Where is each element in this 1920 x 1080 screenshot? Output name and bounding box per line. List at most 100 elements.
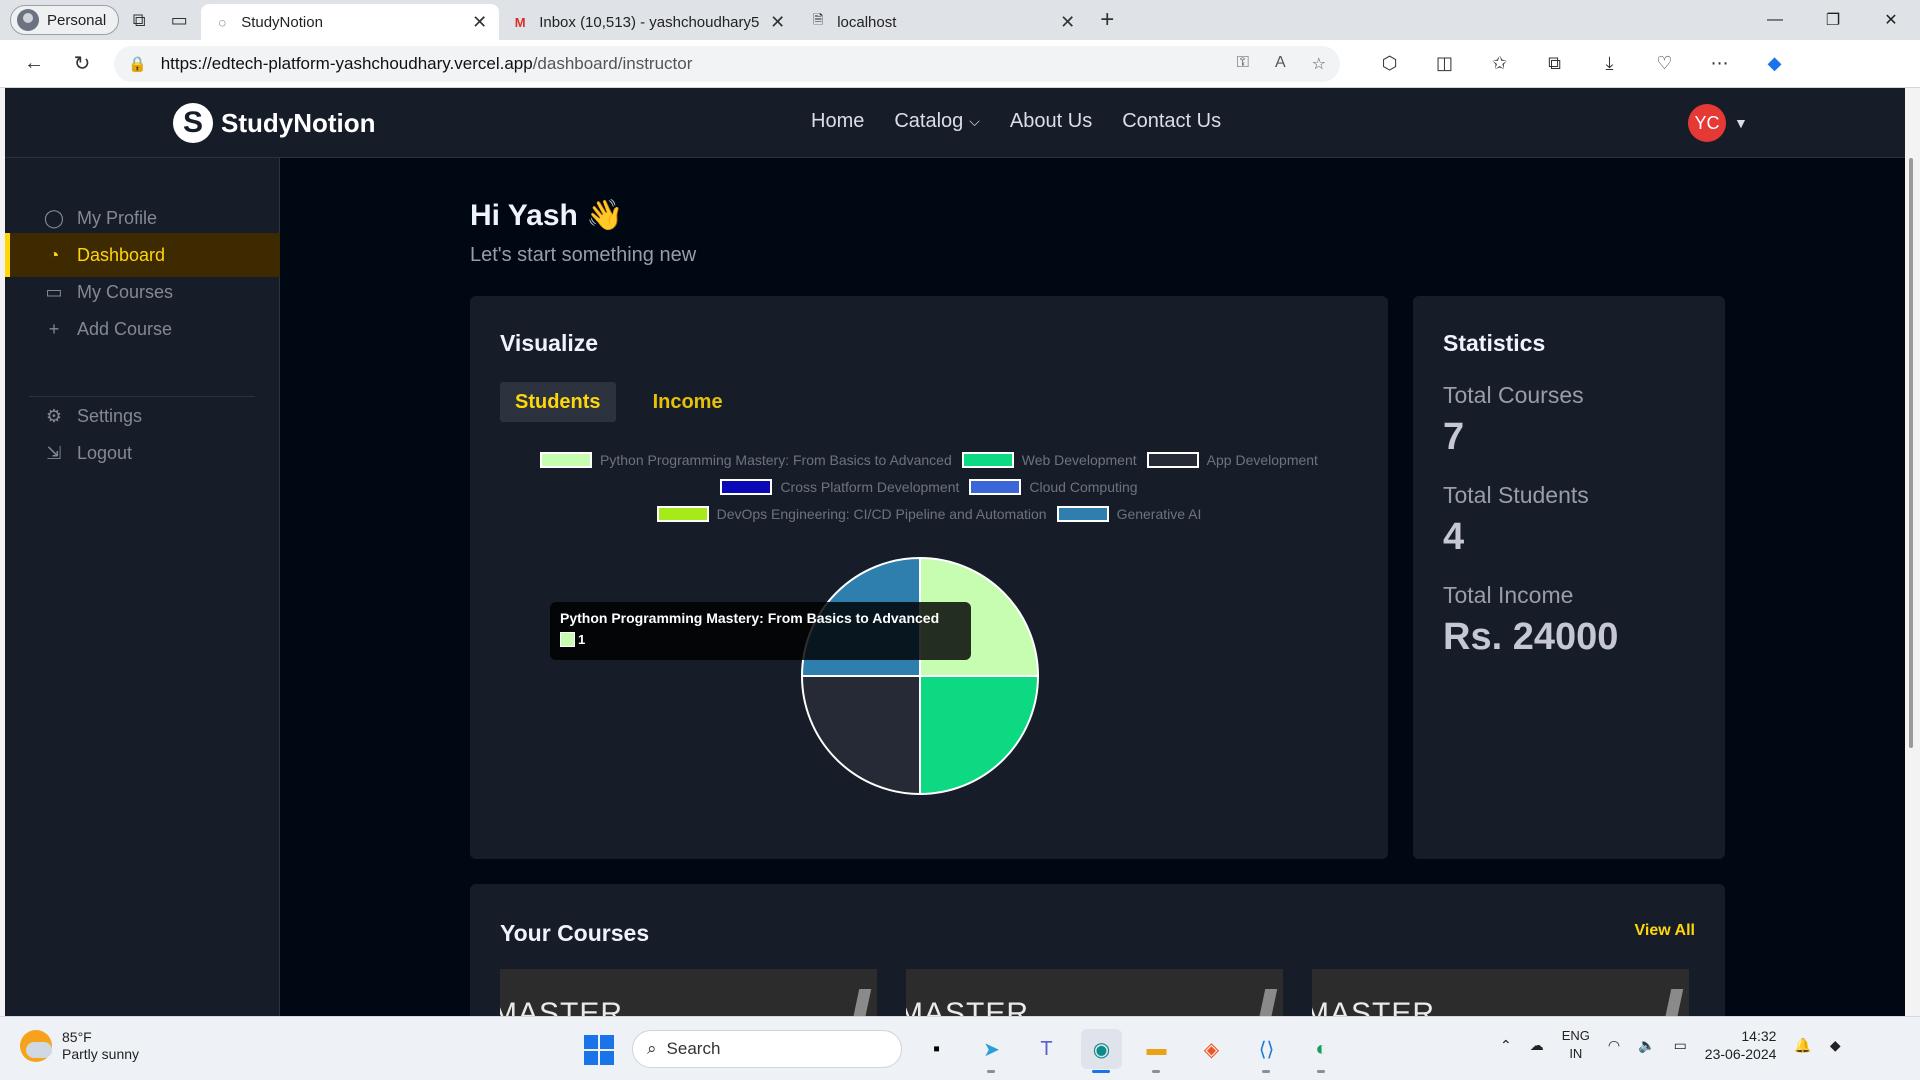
favorite-star-icon[interactable]: ☆ (1312, 54, 1326, 74)
course-card[interactable]: MASTER (500, 969, 877, 1016)
file-explorer-icon[interactable]: ▬ (1136, 1029, 1177, 1073)
clock-time: 14:32 (1741, 1028, 1777, 1044)
favorites-icon[interactable]: ✩ (1472, 40, 1527, 88)
course-thumbnail-text: MASTER (500, 997, 624, 1016)
url-host: https://edtech-platform-yashchoudhary.ve… (160, 53, 533, 73)
sidebar-item-label: Dashboard (77, 244, 166, 265)
legend-item[interactable]: DevOps Engineering: CI/CD Pipeline and A… (656, 505, 1047, 522)
nav-contact[interactable]: Contact Us (1122, 110, 1221, 133)
logo-mark-icon: S (173, 103, 213, 143)
split-screen-icon[interactable]: ◫ (1417, 40, 1472, 88)
clock[interactable]: 14:32 23-06-2024 (1705, 1027, 1777, 1063)
weather-widget[interactable]: 85°F Partly sunny (20, 1029, 139, 1063)
pie-slice[interactable] (800, 675, 921, 796)
profile-dropdown[interactable]: YC ▼ (1688, 104, 1748, 142)
notifications-icon[interactable]: 🔔 (1794, 1037, 1811, 1054)
page-scrollbar[interactable] (1905, 88, 1915, 1016)
site-logo[interactable]: S StudyNotion (173, 103, 376, 143)
legend-label: Python Programming Mastery: From Basics … (600, 451, 952, 468)
browser-essentials-icon[interactable]: ♡ (1637, 40, 1692, 88)
scrollbar-thumb[interactable] (1909, 158, 1913, 748)
copilot-icon[interactable]: ◆ (1747, 40, 1802, 88)
legend-item[interactable]: App Development (1146, 451, 1318, 468)
course-card[interactable]: MASTER (906, 969, 1283, 1016)
sidebar-item-label: My Courses (77, 281, 174, 302)
nav-about[interactable]: About Us (1010, 110, 1092, 133)
downloads-icon[interactable]: ⤓ (1582, 40, 1637, 88)
chevron-up-icon[interactable]: ⌃ (1500, 1037, 1512, 1054)
close-tab-icon[interactable]: ✕ (770, 12, 785, 33)
legend-label: DevOps Engineering: CI/CD Pipeline and A… (716, 505, 1047, 522)
minimize-icon[interactable]: — (1746, 0, 1804, 40)
profile-button[interactable]: Personal (10, 5, 120, 35)
new-tab-icon[interactable]: + (1087, 0, 1127, 40)
edge-icon[interactable]: ◉ (1081, 1029, 1122, 1073)
legend-swatch (961, 451, 1014, 468)
lock-icon: 🔒 (128, 55, 147, 73)
wifi-icon[interactable]: ◠ (1608, 1037, 1620, 1054)
task-view-icon[interactable]: ▪ (916, 1029, 957, 1069)
legend-item[interactable]: Cross Platform Development (720, 478, 959, 495)
legend-item[interactable]: Python Programming Mastery: From Basics … (540, 451, 952, 468)
refresh-icon[interactable]: ↻ (58, 40, 106, 88)
students-pie-chart[interactable] (770, 526, 1070, 826)
battery-icon[interactable]: ▭ (1674, 1037, 1687, 1054)
legend-item[interactable]: Web Development (961, 451, 1137, 468)
key-icon[interactable]: ⚿ (1237, 54, 1249, 74)
your-courses-title: Your Courses (500, 920, 650, 946)
language-indicator[interactable]: ENG IN (1562, 1027, 1590, 1063)
tab-students[interactable]: Students (500, 382, 616, 422)
thumbnail-shape (1256, 989, 1278, 1016)
course-card[interactable]: MASTER (1312, 969, 1689, 1016)
view-all-link[interactable]: View All (1635, 922, 1695, 940)
pie-slice[interactable] (919, 675, 1040, 796)
url-field[interactable]: 🔒 https://edtech-platform-yashchoudhary.… (114, 45, 1340, 82)
copilot-taskbar-icon[interactable]: ◆ (1830, 1037, 1841, 1054)
nav-home[interactable]: Home (811, 110, 864, 133)
legend-item[interactable]: Generative AI (1056, 505, 1201, 522)
nav-catalog[interactable]: Catalog ⌵ (894, 110, 980, 133)
course-thumbnail-text: MASTER (906, 997, 1030, 1016)
taskbar-search-label: Search (666, 1039, 721, 1058)
taskbar-search[interactable]: ⌕ Search (632, 1030, 902, 1068)
address-toolbar: ← ↻ 🔒 https://edtech-platform-yashchoudh… (0, 40, 1920, 88)
close-tab-icon[interactable]: ✕ (1060, 12, 1075, 33)
tab-title: localhost (837, 13, 897, 31)
greeting-heading: Hi Yash 👋 (470, 199, 624, 232)
vscode-icon[interactable]: ⟨⟩ (1246, 1029, 1287, 1073)
legend-row: Python Programming Mastery: From Basics … (470, 446, 1388, 473)
close-window-icon[interactable]: ✕ (1862, 0, 1920, 40)
profile-label: Personal (47, 11, 107, 29)
legend-item[interactable]: Cloud Computing (969, 478, 1138, 495)
tab-localhost[interactable]: 🗎 localhost ✕ (797, 4, 1087, 40)
sidebar-item-add-course[interactable]: + Add Course (5, 307, 280, 351)
user-circle-icon: ◯ (43, 207, 65, 228)
tab-income[interactable]: Income (638, 382, 738, 422)
url-path: /dashboard/instructor (532, 53, 693, 73)
stat-label-total-students: Total Students (1443, 482, 1589, 508)
tab-gmail[interactable]: M Inbox (10,513) - yashchoudhary5 ✕ (499, 4, 797, 40)
chevron-down-icon: ⌵ (969, 113, 980, 129)
onedrive-icon[interactable]: ☁ (1530, 1037, 1544, 1054)
volume-icon[interactable]: 🔈 (1638, 1037, 1655, 1054)
back-icon[interactable]: ← (10, 40, 58, 88)
teams-icon[interactable]: T (1026, 1029, 1067, 1069)
telegram-icon[interactable]: ➤ (971, 1029, 1012, 1073)
read-aloud-icon[interactable]: A (1275, 54, 1286, 74)
collections-icon[interactable]: ⧉ (1527, 40, 1582, 88)
more-menu-icon[interactable]: ⋯ (1692, 40, 1747, 88)
tab-studynotion[interactable]: ◌ StudyNotion ✕ (201, 4, 500, 40)
restore-icon[interactable]: ❐ (1804, 0, 1862, 40)
extensions-icon[interactable]: ⬡ (1362, 40, 1417, 88)
sidebar-item-logout[interactable]: ⇲ Logout (5, 431, 280, 475)
chart-legend: Python Programming Mastery: From Basics … (470, 446, 1388, 527)
close-tab-icon[interactable]: ✕ (472, 12, 487, 33)
workspaces-icon[interactable]: ⧉ (119, 0, 159, 40)
mongodb-compass-icon[interactable]: ◐ (1301, 1029, 1342, 1073)
tab-actions-icon[interactable]: ▭ (159, 0, 199, 40)
legend-row: Cross Platform Development Cloud Computin… (470, 473, 1388, 500)
brave-icon[interactable]: ◈ (1191, 1029, 1232, 1069)
windows-start-icon[interactable] (584, 1035, 614, 1065)
page-icon: 🗎 (812, 12, 824, 27)
sidebar-item-label: Logout (77, 442, 133, 463)
